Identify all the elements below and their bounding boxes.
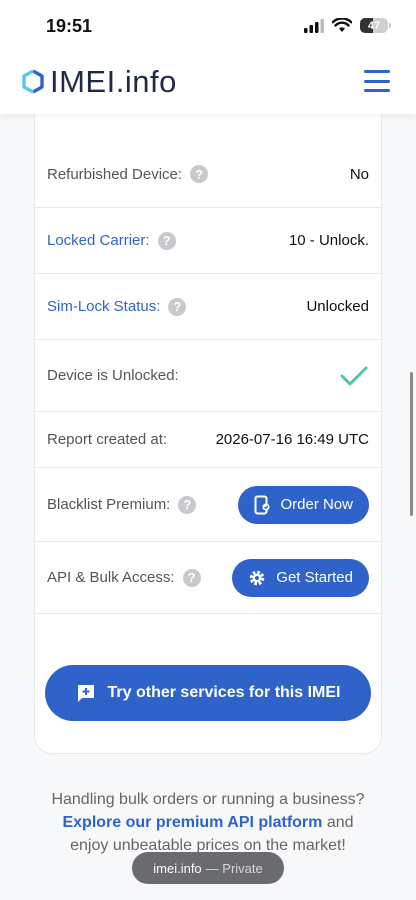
hamburger-menu-icon[interactable] bbox=[364, 70, 390, 92]
help-icon[interactable]: ? bbox=[157, 231, 176, 250]
clock: 19:51 bbox=[46, 16, 93, 36]
checkmark-icon bbox=[340, 366, 368, 385]
row-device-unlocked: Device is Unlocked: bbox=[35, 340, 381, 412]
row-value: No bbox=[349, 165, 369, 183]
row-label: API & Bulk Access: bbox=[47, 569, 175, 586]
promo-line-1: Handling bulk orders or running a busine… bbox=[51, 791, 365, 808]
scroll-indicator[interactable] bbox=[410, 372, 413, 516]
battery-icon: 47 bbox=[360, 18, 391, 33]
order-now-label: Order Now bbox=[280, 496, 353, 513]
help-icon[interactable]: ? bbox=[182, 568, 201, 587]
phone-order-icon bbox=[254, 495, 270, 514]
gear-icon bbox=[249, 570, 265, 585]
row-label: Device is Unlocked: bbox=[47, 367, 179, 384]
locked-carrier-link[interactable]: Locked Carrier: bbox=[47, 232, 150, 249]
api-platform-link[interactable]: Explore our premium API platform bbox=[62, 814, 322, 831]
signal-icon bbox=[304, 18, 324, 33]
try-other-services-button[interactable]: Try other services for this IMEI bbox=[45, 665, 371, 721]
logo-hexagon-icon bbox=[22, 69, 44, 94]
row-label: Blacklist Premium: bbox=[47, 496, 171, 513]
get-started-label: Get Started bbox=[276, 569, 353, 586]
row-value: 10 - Unlock. bbox=[288, 232, 369, 249]
get-started-button[interactable]: Get Started bbox=[232, 558, 369, 597]
address-site: imei.info bbox=[153, 860, 202, 876]
promo-line-2-tail: and bbox=[322, 814, 354, 831]
wifi-icon bbox=[332, 18, 352, 32]
site-header: IMEI.info bbox=[0, 52, 416, 114]
row-report-created: Report created at: 2026-07-16 16:49 UTC bbox=[35, 412, 381, 468]
status-bar: 19:51 47 bbox=[0, 0, 416, 52]
site-logo[interactable]: IMEI.info bbox=[20, 64, 177, 100]
status-icons: 47 bbox=[304, 18, 391, 33]
battery-level: 47 bbox=[367, 19, 381, 32]
row-value: Unlocked bbox=[306, 298, 369, 315]
row-label: Report created at: bbox=[47, 431, 168, 448]
sim-lock-status-link[interactable]: Sim-Lock Status: bbox=[47, 298, 160, 315]
row-api-bulk-access: API & Bulk Access: ? Get Started bbox=[35, 542, 381, 614]
row-label: Refurbished Device: bbox=[47, 165, 183, 183]
row-blacklist-premium: Blacklist Premium: ? Order Now bbox=[35, 468, 381, 542]
private-mode-label: — Private bbox=[205, 860, 263, 876]
private-browsing-address-pill[interactable]: imei.info — Private bbox=[132, 852, 284, 884]
help-icon[interactable]: ? bbox=[168, 297, 187, 316]
chat-plus-icon bbox=[77, 685, 94, 702]
row-sim-lock-status: Sim-Lock Status: ? Unlocked bbox=[35, 274, 381, 340]
row-locked-carrier: Locked Carrier: ? 10 - Unlock. bbox=[35, 208, 381, 274]
logo-text: IMEI.info bbox=[50, 64, 177, 99]
help-icon[interactable]: ? bbox=[178, 495, 197, 514]
device-info-card: Refurbished Device: ? No Locked Carrier:… bbox=[34, 70, 382, 754]
help-icon[interactable]: ? bbox=[190, 165, 209, 183]
try-other-services-label: Try other services for this IMEI bbox=[107, 684, 341, 701]
api-promo-text: Handling bulk orders or running a busine… bbox=[0, 788, 416, 857]
report-timestamp: 2026-07-16 16:49 UTC bbox=[215, 431, 369, 448]
order-now-button[interactable]: Order Now bbox=[238, 485, 369, 524]
row-refurbished-device: Refurbished Device: ? No bbox=[35, 141, 381, 208]
